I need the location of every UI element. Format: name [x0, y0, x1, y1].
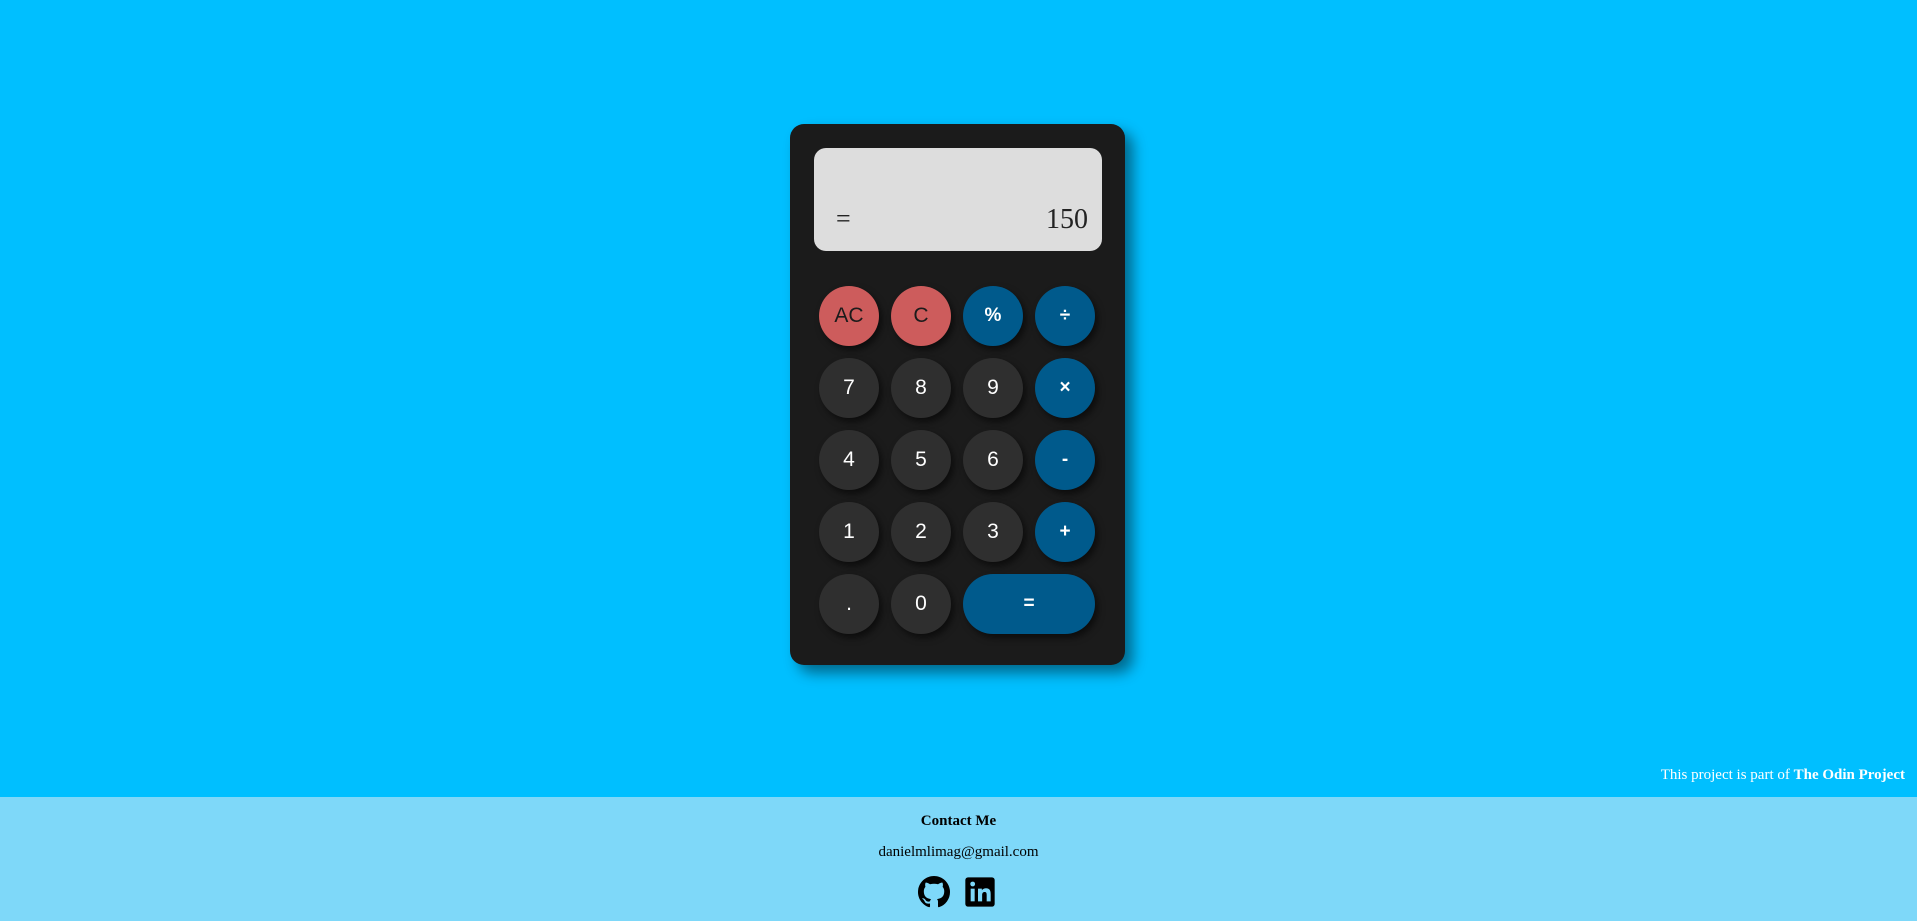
digit-5-button[interactable]: 5 — [891, 430, 951, 490]
linkedin-icon — [965, 877, 995, 907]
github-icon — [918, 876, 950, 908]
add-button[interactable]: + — [1035, 502, 1095, 562]
digit-9-button[interactable]: 9 — [963, 358, 1023, 418]
digit-6-button[interactable]: 6 — [963, 430, 1023, 490]
display-value: 150 — [1046, 204, 1088, 235]
social-links — [918, 876, 996, 908]
contact-title: Contact Me — [920, 813, 997, 829]
clear-button[interactable]: C — [891, 286, 951, 346]
calculator: = 150 AC C % ÷ 7 8 9 × 4 5 6 - 1 2 3 + .… — [790, 124, 1125, 665]
decimal-button[interactable]: . — [819, 574, 879, 634]
github-link[interactable] — [918, 876, 950, 908]
calculator-display: = 150 — [814, 148, 1102, 251]
equals-button[interactable]: = — [963, 574, 1095, 634]
all-clear-button[interactable]: AC — [819, 286, 879, 346]
percent-button[interactable]: % — [963, 286, 1023, 346]
footer: Contact Me danielmlimag@gmail.com — [0, 797, 1917, 921]
digit-3-button[interactable]: 3 — [963, 502, 1023, 562]
digit-8-button[interactable]: 8 — [891, 358, 951, 418]
odin-project-link[interactable]: The Odin Project — [1794, 767, 1905, 783]
digit-1-button[interactable]: 1 — [819, 502, 879, 562]
multiply-button[interactable]: × — [1035, 358, 1095, 418]
subtract-button[interactable]: - — [1035, 430, 1095, 490]
digit-4-button[interactable]: 4 — [819, 430, 879, 490]
divide-button[interactable]: ÷ — [1035, 286, 1095, 346]
project-credit: This project is part of The Odin Project — [1661, 767, 1905, 784]
contact-email: danielmlimag@gmail.com — [878, 844, 1039, 860]
linkedin-link[interactable] — [964, 876, 996, 908]
credit-text: This project is part of — [1660, 767, 1790, 783]
digit-0-button[interactable]: 0 — [891, 574, 951, 634]
display-operator: = — [836, 204, 851, 233]
digit-2-button[interactable]: 2 — [891, 502, 951, 562]
digit-7-button[interactable]: 7 — [819, 358, 879, 418]
